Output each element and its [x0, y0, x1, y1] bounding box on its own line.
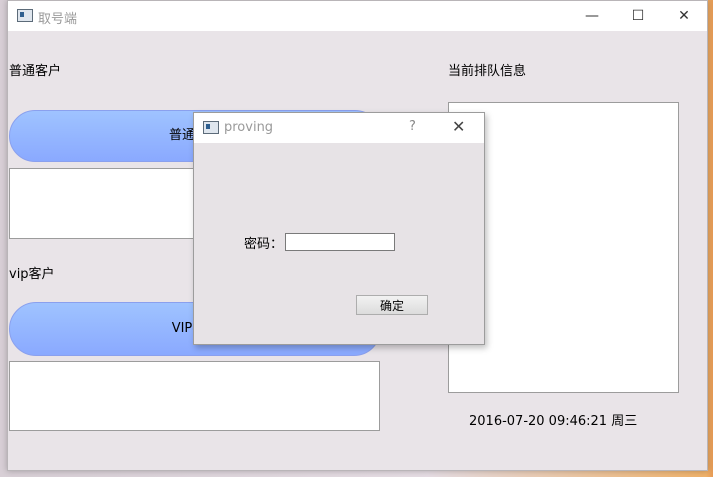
- help-button[interactable]: ?: [409, 119, 416, 134]
- minimize-button[interactable]: —: [569, 1, 615, 31]
- close-button[interactable]: ✕: [661, 1, 707, 31]
- password-dialog: proving ? ✕ 密码： 确定: [193, 112, 485, 345]
- datetime-display: 2016-07-20 09:46:21 周三: [469, 414, 638, 429]
- app-icon: [17, 9, 33, 22]
- dialog-app-icon: [203, 121, 219, 134]
- dialog-close-button[interactable]: ✕: [452, 117, 465, 136]
- password-input[interactable]: [285, 233, 395, 251]
- password-label: 密码：: [244, 237, 284, 252]
- window-title: 取号端: [38, 12, 78, 27]
- vip-customer-display[interactable]: [9, 361, 380, 431]
- title-bar[interactable]: 取号端 — ☐ ✕: [8, 1, 707, 31]
- normal-customer-label: 普通客户: [9, 64, 62, 79]
- maximize-button[interactable]: ☐: [615, 1, 661, 31]
- vip-customer-label: vip客户: [9, 267, 55, 282]
- dialog-title-bar[interactable]: proving ? ✕: [194, 113, 484, 143]
- queue-info-label: 当前排队信息: [448, 64, 527, 79]
- dialog-title: proving: [224, 120, 274, 135]
- ok-button[interactable]: 确定: [356, 295, 428, 315]
